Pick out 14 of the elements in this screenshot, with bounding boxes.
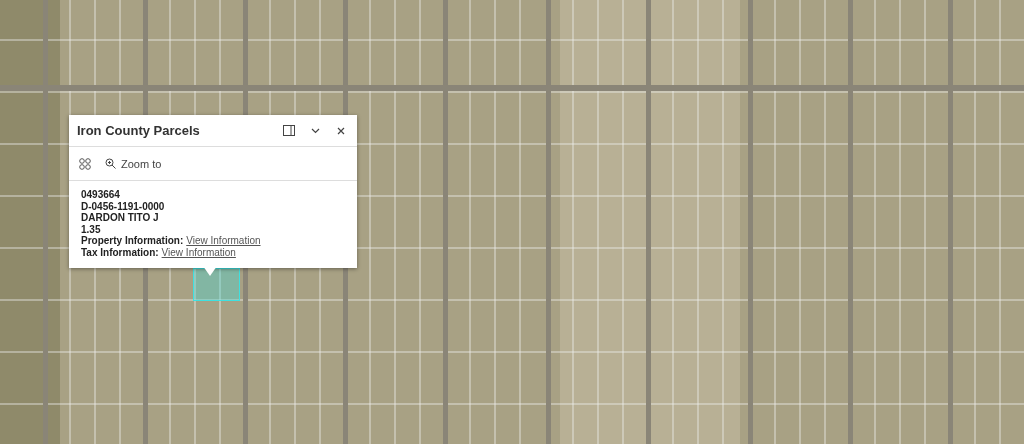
grid-icon[interactable]: [77, 155, 93, 172]
view-information-link[interactable]: View Information: [186, 235, 261, 246]
attribute-label: Tax Information:: [81, 246, 159, 258]
zoom-to-button[interactable]: Zoom to: [103, 155, 164, 172]
attribute-label: Property Information:: [81, 235, 184, 246]
attribute-text: 1.35: [81, 223, 102, 235]
popup-title: Iron County Parcels: [77, 123, 201, 138]
attribute-text: DARDON TITO J: [81, 212, 160, 224]
attribute-text: D-0456-1191-0000: [81, 200, 166, 212]
attribute-text: 0493664: [81, 189, 121, 201]
view-information-link[interactable]: View Information: [161, 246, 236, 258]
parcel-highlight: [193, 268, 240, 301]
zoom-in-icon: [105, 158, 116, 169]
dock-icon[interactable]: [281, 122, 297, 139]
